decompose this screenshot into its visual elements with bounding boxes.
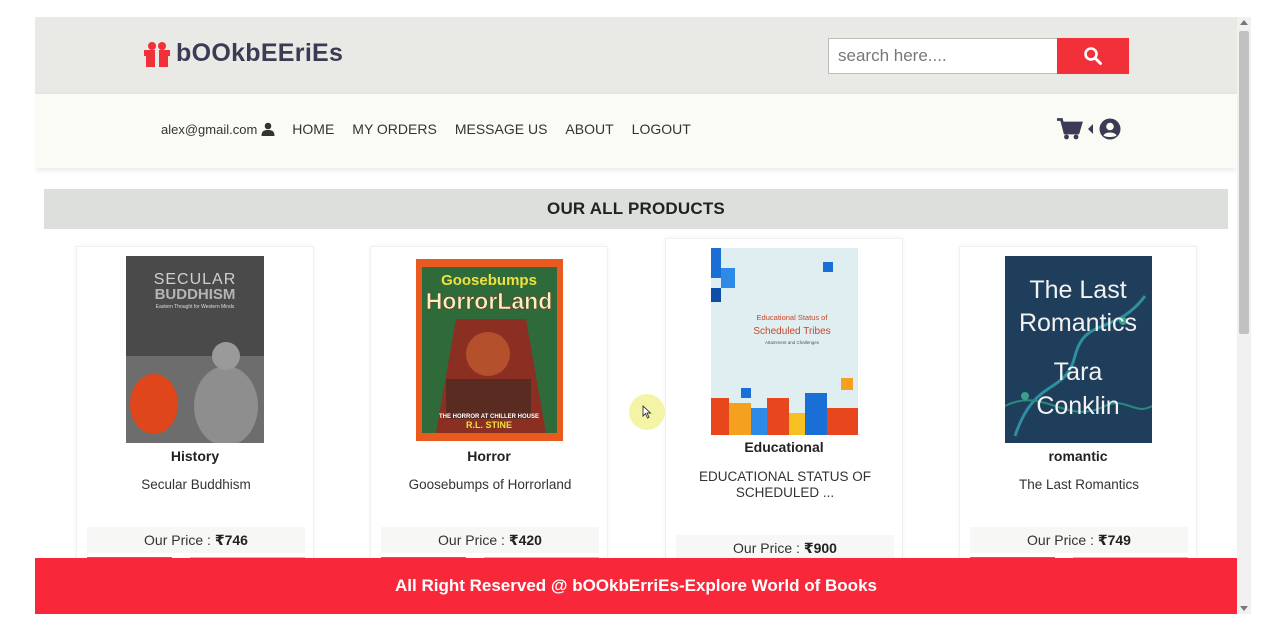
price-value: ₹900 (803, 540, 837, 556)
user-email: alex@gmail.com (161, 122, 275, 137)
cover-text: Goosebumps (441, 272, 537, 289)
price-label: Our Price : (733, 540, 800, 556)
footer: All Right Reserved @ bOOkbErriEs-Explore… (35, 558, 1237, 614)
product-price: Our Price : ₹420 (381, 527, 599, 553)
price-label: Our Price : (144, 532, 211, 548)
gift-icon (144, 41, 170, 67)
cover-text: Attainment and Challenges (765, 340, 820, 345)
product-title[interactable]: Secular Buddhism (91, 477, 301, 493)
nav-my-orders-link[interactable]: MY ORDERS (352, 121, 437, 137)
brand-name: bOOkbEEriEs (176, 39, 344, 67)
pointer-icon (642, 405, 652, 419)
cover-text: Scheduled Tribes (753, 326, 830, 337)
cover-text: BUDDHISM (155, 286, 236, 303)
book-cover-image[interactable]: Educational Status of Scheduled Tribes A… (711, 248, 858, 435)
nav-links: alex@gmail.com HOME MY ORDERS MESSAGE US… (161, 121, 709, 137)
user-icon (261, 122, 275, 136)
price-label: Our Price : (1027, 532, 1094, 548)
nav-icons (1057, 118, 1121, 140)
caret-left-icon[interactable] (1087, 123, 1095, 135)
product-title[interactable]: Goosebumps of Horrorland (385, 477, 595, 493)
mouse-cursor-highlight (629, 394, 665, 430)
section-title: OUR ALL PRODUCTS (44, 189, 1228, 229)
cover-text: Romantics (1019, 309, 1137, 337)
nav-home-link[interactable]: HOME (292, 121, 334, 137)
cart-icon[interactable] (1057, 118, 1083, 140)
nav-bar: alex@gmail.com HOME MY ORDERS MESSAGE US… (35, 94, 1237, 168)
cover-text: Conklin (1036, 392, 1119, 420)
cover-text: Educational Status of (757, 313, 829, 322)
search-button[interactable] (1057, 38, 1129, 74)
nav-logout-link[interactable]: LOGOUT (632, 121, 691, 137)
user-circle-icon[interactable] (1099, 118, 1121, 140)
product-category: Horror (467, 448, 511, 464)
product-title[interactable]: EDUCATIONAL STATUS OF SCHEDULED ... (680, 469, 890, 501)
product-category: romantic (1048, 448, 1108, 464)
nav-about-link[interactable]: ABOUT (565, 121, 613, 137)
user-email-text: alex@gmail.com (161, 121, 258, 137)
cover-text: The Last (1029, 276, 1126, 304)
scrollbar-thumb[interactable] (1239, 31, 1249, 334)
brand-logo[interactable]: bOOkbEEriEs (143, 39, 343, 68)
price-value: ₹420 (508, 532, 542, 548)
book-cover-image[interactable]: SECULAR BUDDHISM Eastern Thought for Wes… (126, 256, 264, 443)
search-bar (828, 38, 1129, 74)
product-price: Our Price : ₹746 (87, 527, 305, 553)
price-value: ₹749 (1097, 532, 1131, 548)
scroll-down-arrow-icon[interactable] (1240, 606, 1248, 611)
top-header: bOOkbEEriEs (35, 17, 1237, 94)
cover-text: Tara (1054, 358, 1103, 386)
price-value: ₹746 (214, 532, 248, 548)
product-category: History (170, 448, 220, 464)
cover-text: Eastern Thought for Western Minds (156, 304, 235, 310)
book-cover-image[interactable]: The Last Romantics Tara Conklin (1005, 256, 1152, 443)
product-category: Educational (744, 439, 824, 455)
scroll-up-arrow-icon[interactable] (1240, 20, 1248, 25)
search-icon (1084, 47, 1102, 65)
price-label: Our Price : (438, 532, 505, 548)
nav-message-us-link[interactable]: MESSAGE US (455, 121, 548, 137)
product-price: Our Price : ₹749 (970, 527, 1188, 553)
page-viewport: bOOkbEEriEs alex@gmail.com HOME MY ORD (35, 17, 1237, 614)
search-input[interactable] (828, 38, 1057, 74)
cover-text: HorrorLand (426, 288, 553, 314)
book-cover-image[interactable]: Goosebumps HorrorLand THE HORROR AT CHIL… (416, 259, 563, 441)
vertical-scrollbar[interactable] (1237, 17, 1251, 614)
product-title[interactable]: The Last Romantics (974, 477, 1184, 493)
cover-text: R.L. STINE (466, 420, 512, 430)
